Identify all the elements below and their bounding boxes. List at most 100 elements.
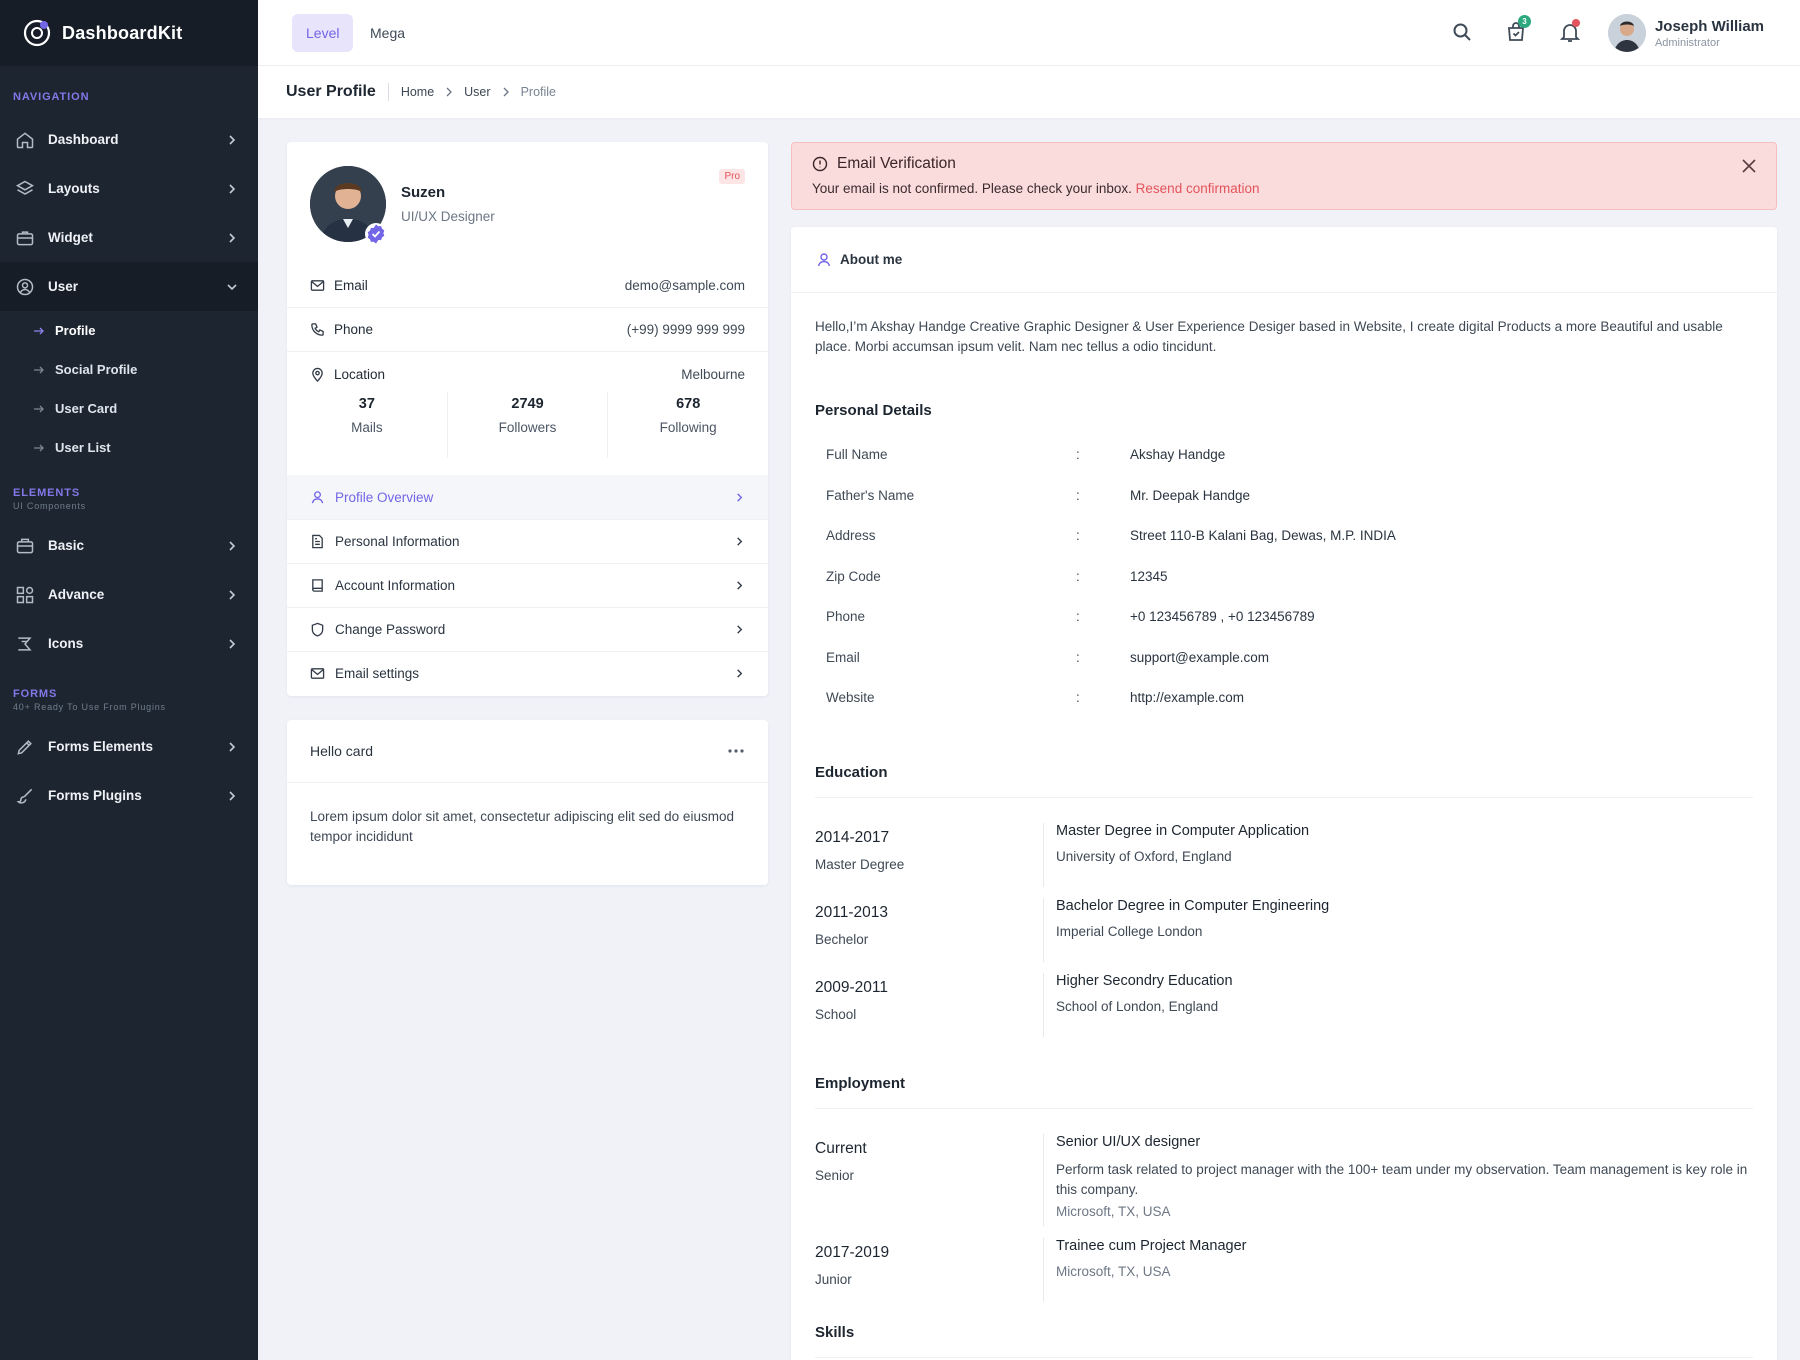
detail-value: http://example.com <box>1130 690 1245 705</box>
divider <box>1043 898 1044 962</box>
chevron-right-icon <box>229 589 236 600</box>
sidebar-item-forms-plugins[interactable]: Forms Plugins <box>0 771 258 820</box>
employment-item: Current Senior Senior UI/UX designer Per… <box>815 1134 1755 1235</box>
divider <box>815 797 1753 798</box>
resend-confirmation-link[interactable]: Resend confirmation <box>1136 181 1260 196</box>
sidebar-sub-label: User Card <box>55 401 118 416</box>
detail-key: Full Name <box>826 447 888 462</box>
profile-role: UI/UX Designer <box>401 209 495 224</box>
detail-key: Website <box>826 690 875 705</box>
sidebar-item-label: Dashboard <box>48 132 119 147</box>
file-text-icon <box>312 534 323 549</box>
hello-card-body: Lorem ipsum dolor sit amet, consectetur … <box>310 809 734 844</box>
user-circle-icon <box>16 278 34 295</box>
user-icon <box>311 490 324 503</box>
stat-mails: 37 Mails <box>287 392 448 458</box>
sidebar-item-forms-elements[interactable]: Forms Elements <box>0 722 258 771</box>
logo-icon <box>23 19 51 47</box>
divider <box>1043 973 1044 1037</box>
menu-level-button[interactable]: Level <box>292 14 354 52</box>
employment-period: 2017-2019 <box>815 1244 890 1261</box>
sidebar-sub-social-profile[interactable]: Social Profile <box>0 350 258 389</box>
email-verification-alert: Email Verification Your email is not con… <box>791 142 1777 210</box>
education-school: Imperial College London <box>1056 924 1203 939</box>
detail-separator: : <box>1076 569 1080 584</box>
detail-key: Email <box>826 650 860 665</box>
profile-name: Suzen <box>401 184 446 201</box>
user-menu[interactable]: Joseph William Administrator <box>1607 14 1764 52</box>
sidebar-sub-user-list[interactable]: User List <box>0 428 258 467</box>
chevron-down-icon <box>227 283 237 290</box>
chevron-right-icon <box>503 87 509 97</box>
detail-value: +0 123456789 , +0 123456789 <box>1130 609 1315 624</box>
employment-company: Microsoft, TX, USA <box>1056 1264 1171 1279</box>
menu-label: Account Information <box>335 578 456 593</box>
employment-description: Perform task related to project manager … <box>1056 1162 1748 1197</box>
breadcrumb-current: Profile <box>520 85 556 99</box>
user-name: Joseph William <box>1654 17 1764 35</box>
about-header: About me <box>791 227 1777 293</box>
hello-card-header: Hello card <box>287 720 768 783</box>
briefcase-icon <box>16 230 34 245</box>
divider <box>815 1357 1753 1358</box>
sidebar-item-label: Icons <box>48 636 84 651</box>
education-school: School of London, England <box>1056 999 1219 1014</box>
sidebar-item-advance[interactable]: Advance <box>0 570 258 619</box>
detail-value: support@example.com <box>1130 650 1270 665</box>
education-title: Education <box>815 764 888 781</box>
chevron-right-icon <box>229 232 236 243</box>
education-degree: Bechelor <box>815 932 869 947</box>
detail-separator: : <box>1076 528 1080 543</box>
menu-change-password[interactable]: Change Password <box>287 607 768 651</box>
forms-subcaption: 40+ Ready To Use From Plugins <box>13 702 166 712</box>
chevron-right-icon <box>229 183 236 194</box>
info-key: Location <box>334 366 386 382</box>
more-horizontal-icon[interactable] <box>727 748 745 754</box>
sidebar: DashboardKit NAVIGATION Dashboard Layout… <box>0 0 258 1360</box>
topbar: Level Mega 3 Joseph William Administrato… <box>258 0 1800 66</box>
breadcrumb-home[interactable]: Home <box>401 85 434 99</box>
employment-level: Junior <box>815 1272 852 1287</box>
sidebar-item-user[interactable]: User <box>0 262 258 311</box>
sidebar-sub-profile[interactable]: Profile <box>0 311 258 350</box>
icons-icon <box>18 636 32 651</box>
menu-label: Profile Overview <box>335 489 434 505</box>
sidebar-item-basic[interactable]: Basic <box>0 521 258 570</box>
sidebar-item-widget[interactable]: Widget <box>0 213 258 262</box>
chevron-right-icon <box>229 134 236 145</box>
menu-account-information[interactable]: Account Information <box>287 563 768 607</box>
menu-profile-overview[interactable]: Profile Overview <box>287 475 768 519</box>
info-row-email: Email demo@sample.com <box>287 264 768 308</box>
menu-email-settings[interactable]: Email settings <box>287 651 768 695</box>
employment-period: Current <box>815 1140 867 1157</box>
arrow-right-icon <box>34 327 44 334</box>
divider <box>1043 1238 1044 1302</box>
breadcrumb-user[interactable]: User <box>464 85 490 99</box>
menu-personal-information[interactable]: Personal Information <box>287 519 768 563</box>
sidebar-item-label: User <box>48 279 79 294</box>
profile-stats: 37 Mails 2749 Followers 678 Following <box>287 392 768 458</box>
close-icon[interactable] <box>1740 157 1758 175</box>
sidebar-item-icons[interactable]: Icons <box>0 619 258 668</box>
sidebar-sub-user-card[interactable]: User Card <box>0 389 258 428</box>
sidebar-item-layouts[interactable]: Layouts <box>0 164 258 213</box>
education-item: 2011-2013 Bechelor Bachelor Degree in Co… <box>815 898 1755 974</box>
detail-row: Zip Code: 12345 <box>826 569 1726 584</box>
forms-caption: FORMS <box>13 688 58 700</box>
info-value: Melbourne <box>681 366 745 382</box>
sidebar-item-dashboard[interactable]: Dashboard <box>0 115 258 164</box>
brand[interactable]: DashboardKit <box>0 0 258 66</box>
employment-title: Employment <box>815 1075 906 1092</box>
mail-icon <box>310 280 325 291</box>
user-role: Administrator <box>1654 36 1720 49</box>
elements-caption: ELEMENTS <box>13 487 81 499</box>
personal-details-title: Personal Details <box>815 402 932 419</box>
alert-title: Email Verification <box>837 155 956 172</box>
employment-title: Senior UI/UX designer <box>1056 1134 1201 1150</box>
menu-mega-button[interactable]: Mega <box>356 14 419 52</box>
pro-badge: Pro <box>719 169 745 184</box>
box-icon <box>16 538 34 553</box>
detail-value: Mr. Deepak Handge <box>1130 488 1251 503</box>
search-icon[interactable] <box>1450 20 1474 44</box>
divider <box>815 1108 1753 1109</box>
